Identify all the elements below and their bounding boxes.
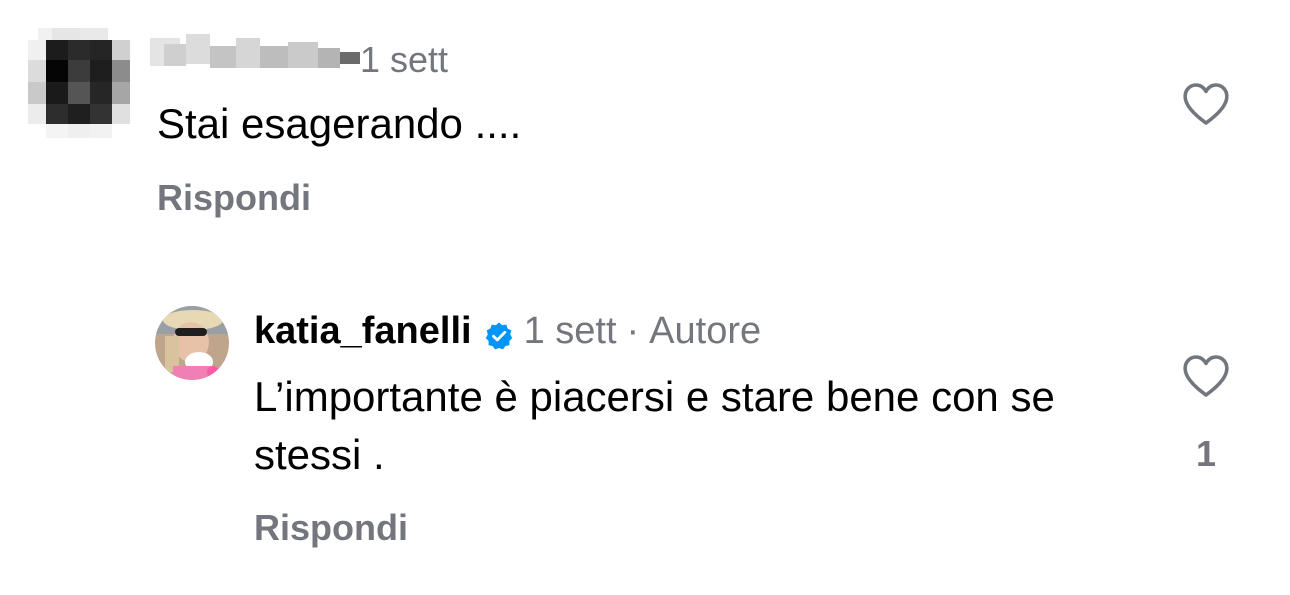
author-label: Autore [649,310,762,352]
username-redacted[interactable] [150,34,360,70]
like-count[interactable]: 1 [1190,432,1222,476]
comment-header: katia_fanelli 1 sett · Autore [254,308,761,354]
separator-dot: · [626,310,640,352]
comment-text: Stai esagerando .... [157,100,522,147]
avatar[interactable] [155,306,229,380]
avatar[interactable] [28,28,134,138]
heart-outline-icon[interactable] [1182,82,1230,126]
reply-button[interactable]: Rispondi [254,506,408,550]
comment-timestamp: 1 sett [523,310,617,352]
verified-badge-icon [484,316,514,350]
comment-timestamp: 1 sett [360,39,449,80]
heart-outline-icon[interactable] [1182,354,1230,398]
username[interactable]: katia_fanelli [254,308,472,354]
reply-button[interactable]: Rispondi [157,176,311,220]
comment-text: L’importante è piacersi e stare bene con… [254,373,1055,478]
